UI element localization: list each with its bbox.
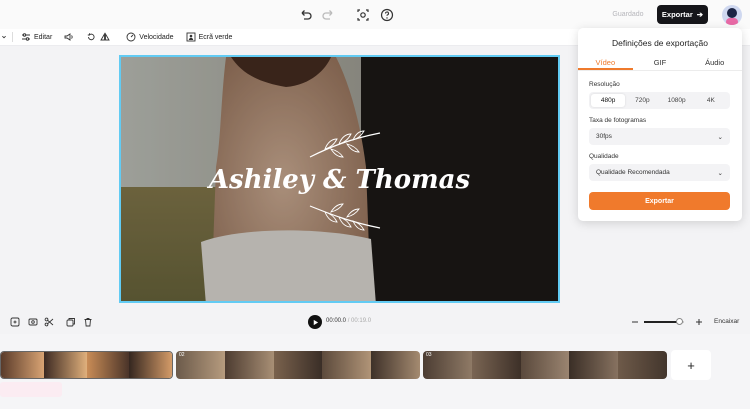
time-display: 00:00.0 / 00:19.0 xyxy=(326,318,371,324)
resolution-480p[interactable]: 480p xyxy=(591,94,626,107)
person-screen-icon xyxy=(186,32,196,42)
resolution-label: Resolução xyxy=(589,81,620,88)
flip-icon[interactable] xyxy=(100,32,111,42)
framerate-value: 30fps xyxy=(596,133,612,140)
zoom-in-icon[interactable] xyxy=(694,317,704,327)
video-title-overlay: Ashiley & Thomas xyxy=(208,165,471,195)
leaf-ornament-bottom xyxy=(309,203,381,231)
divider xyxy=(12,32,13,42)
help-icon[interactable] xyxy=(380,8,394,22)
greenscreen-button[interactable]: Ecrã verde xyxy=(186,32,233,42)
confirm-export-button[interactable]: Exportar xyxy=(589,192,730,210)
edit-label: Editar xyxy=(34,33,53,41)
scissors-icon[interactable] xyxy=(44,317,54,327)
resolution-1080p[interactable]: 1080p xyxy=(660,94,694,107)
resolution-4k[interactable]: 4K xyxy=(694,94,728,107)
chevron-down-icon: ⌄ xyxy=(717,169,723,177)
fit-button[interactable]: Encaixar xyxy=(714,318,739,325)
tab-audio[interactable]: Áudio xyxy=(687,55,742,70)
undo-icon[interactable] xyxy=(298,8,312,22)
total-time: / 00:19.0 xyxy=(347,318,372,324)
sliders-icon xyxy=(22,33,30,41)
clip-number: 02 xyxy=(179,352,185,358)
collapse-chevron-icon[interactable] xyxy=(0,32,8,42)
saved-status: Guardado xyxy=(612,11,644,18)
timeline: 02 03 + xyxy=(0,334,750,409)
zoom-out-icon[interactable] xyxy=(630,317,640,327)
rotate-icon[interactable] xyxy=(86,32,96,42)
tab-video[interactable]: Vídeo xyxy=(578,55,633,70)
avatar[interactable] xyxy=(722,5,742,25)
framerate-select[interactable]: 30fps ⌄ xyxy=(589,128,730,145)
play-button[interactable] xyxy=(308,315,322,329)
panel-title: Definições de exportação xyxy=(612,38,708,48)
redo-icon[interactable] xyxy=(322,8,336,22)
chevron-down-icon: ⌄ xyxy=(717,133,723,141)
clip-2[interactable]: 02 xyxy=(176,351,420,379)
play-icon xyxy=(313,319,318,325)
video-preview[interactable]: Ashiley & Thomas xyxy=(119,55,560,303)
clip-1[interactable] xyxy=(0,351,173,379)
current-time: 00:00.0 xyxy=(326,318,347,324)
top-bar: Guardado Exportar ➔ xyxy=(0,0,750,29)
media-icon[interactable] xyxy=(28,317,38,327)
quality-select[interactable]: Qualidade Recomendada ⌄ xyxy=(589,164,730,181)
edit-button[interactable]: Editar xyxy=(21,32,52,42)
tab-gif[interactable]: GIF xyxy=(633,55,688,70)
resolution-720p[interactable]: 720p xyxy=(625,94,659,107)
export-tabs: Vídeo GIF Áudio xyxy=(578,55,742,71)
trash-icon[interactable] xyxy=(83,317,93,327)
framerate-label: Taxa de fotogramas xyxy=(589,117,647,124)
resolution-selector: 480p 720p 1080p 4K xyxy=(589,92,730,109)
quality-label: Qualidade xyxy=(589,153,619,160)
history-controls xyxy=(298,8,394,22)
clip-number: 03 xyxy=(426,352,432,358)
arrow-right-icon: ➔ xyxy=(696,10,704,19)
screen-capture-icon[interactable] xyxy=(356,8,370,22)
export-button[interactable]: Exportar ➔ xyxy=(657,5,708,24)
add-clip-button[interactable]: + xyxy=(671,350,711,380)
zoom-handle[interactable] xyxy=(675,318,683,325)
speedometer-icon xyxy=(126,32,136,42)
quality-value: Qualidade Recomendada xyxy=(596,169,670,176)
leaf-ornament-top xyxy=(309,130,381,158)
duplicate-icon[interactable] xyxy=(66,317,76,327)
speed-button[interactable]: Velocidade xyxy=(126,32,174,42)
audio-track[interactable] xyxy=(0,382,62,397)
volume-icon[interactable] xyxy=(64,32,74,42)
split-icon[interactable] xyxy=(10,317,20,327)
zoom-fill xyxy=(644,321,680,323)
speed-label: Velocidade xyxy=(139,33,174,41)
export-button-label: Exportar xyxy=(661,10,693,19)
greenscreen-label: Ecrã verde xyxy=(198,33,233,41)
clip-3[interactable]: 03 xyxy=(423,351,667,379)
export-settings-panel: Definições de exportação Vídeo GIF Áudio… xyxy=(578,28,742,221)
